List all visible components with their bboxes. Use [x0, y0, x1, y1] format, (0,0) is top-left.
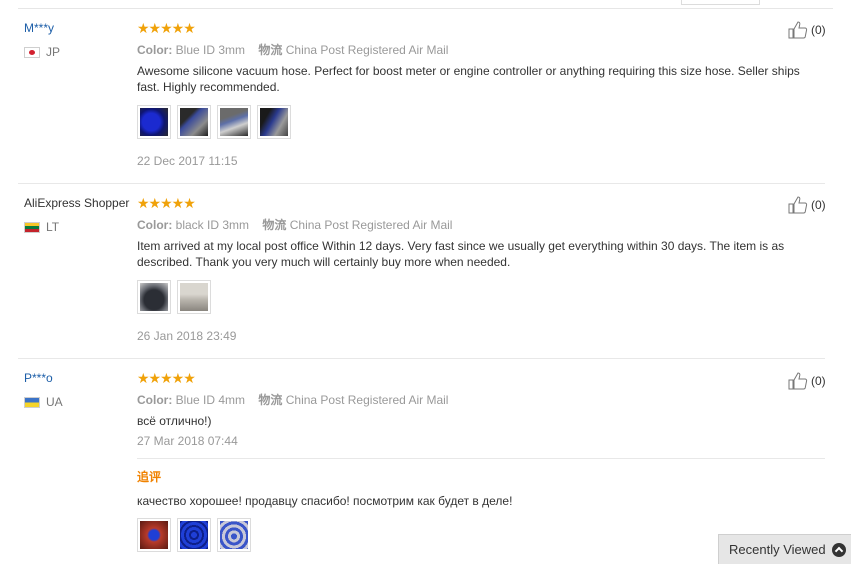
reviewer-name: AliExpress Shopper	[24, 196, 130, 210]
country-code: UA	[46, 395, 63, 409]
followup-photos	[137, 518, 251, 552]
helpful-button[interactable]: (0)	[788, 196, 826, 214]
thumbs-up-icon	[788, 196, 808, 214]
jp-flag-icon	[24, 46, 40, 58]
review-divider	[18, 358, 825, 359]
review-photo[interactable]	[257, 105, 291, 139]
top-tab-edge	[681, 0, 760, 5]
photo-image	[140, 521, 168, 549]
review-date: 27 Mar 2018 07:44	[137, 434, 238, 448]
photo-image	[220, 521, 248, 549]
shipping-label: 物流	[258, 43, 283, 57]
helpful-button[interactable]: (0)	[788, 372, 826, 390]
helpful-count: (0)	[811, 23, 826, 37]
recently-viewed-bar[interactable]: Recently Viewed	[718, 534, 851, 564]
review-photo[interactable]	[137, 280, 171, 314]
shipping-label: 物流	[258, 393, 283, 407]
color-label: Color:	[137, 218, 173, 232]
photo-image	[180, 108, 208, 136]
review-photo[interactable]	[177, 518, 211, 552]
star-rating: ★★★★★	[137, 20, 196, 36]
ua-flag-icon	[24, 396, 40, 408]
star-rating: ★★★★★	[137, 195, 196, 211]
photo-image	[140, 283, 168, 311]
review-photos	[137, 280, 211, 314]
shipping-value: China Post Registered Air Mail	[289, 218, 453, 232]
shipping-label: 物流	[262, 218, 287, 232]
review-photo[interactable]	[217, 105, 251, 139]
followup-label: 追评	[137, 470, 162, 484]
thumbs-up-icon	[788, 21, 808, 39]
photo-image	[180, 521, 208, 549]
reviewer-name[interactable]: M***y	[24, 21, 54, 35]
chevron-up-icon[interactable]	[832, 543, 846, 557]
photo-image	[140, 108, 168, 136]
thumbs-up-icon	[788, 372, 808, 390]
shipping-value: China Post Registered Air Mail	[285, 43, 449, 57]
star-rating: ★★★★★	[137, 370, 196, 386]
review-date: 22 Dec 2017 11:15	[137, 154, 238, 168]
review-photo[interactable]	[177, 280, 211, 314]
review-photo[interactable]	[137, 105, 171, 139]
photo-image	[220, 108, 248, 136]
followup-text: качество хорошее! продавцу спасибо! посм…	[137, 494, 513, 508]
reviewer-name[interactable]: P***o	[24, 371, 53, 385]
review-photo[interactable]	[177, 105, 211, 139]
review-photos	[137, 105, 291, 139]
order-attributes: Color: black ID 3mm 物流 China Post Regist…	[137, 216, 452, 233]
country-code: JP	[46, 45, 61, 59]
reviewer-country: LT	[24, 220, 59, 234]
review-text: Item arrived at my local post office Wit…	[137, 239, 785, 269]
country-code: LT	[46, 220, 60, 234]
review-divider	[18, 183, 825, 184]
photo-image	[260, 108, 288, 136]
followup-divider	[137, 458, 825, 459]
top-divider	[18, 8, 833, 9]
review-date: 26 Jan 2018 23:49	[137, 329, 237, 343]
reviewer-country: JP	[24, 45, 60, 59]
review-photo[interactable]	[217, 518, 251, 552]
color-value: Blue ID 3mm	[175, 43, 246, 57]
color-value: Blue ID 4mm	[175, 393, 246, 407]
order-attributes: Color: Blue ID 3mm 物流 China Post Registe…	[137, 41, 448, 58]
review-text: Awesome silicone vacuum hose. Perfect fo…	[137, 64, 800, 94]
shipping-value: China Post Registered Air Mail	[285, 393, 449, 407]
color-label: Color:	[137, 393, 173, 407]
helpful-count: (0)	[811, 374, 826, 388]
helpful-button[interactable]: (0)	[788, 21, 826, 39]
color-value: black ID 3mm	[175, 218, 250, 232]
lt-flag-icon	[24, 221, 40, 233]
photo-image	[180, 283, 208, 311]
color-label: Color:	[137, 43, 173, 57]
helpful-count: (0)	[811, 198, 826, 212]
review-text: всё отлично!)	[137, 414, 212, 428]
order-attributes: Color: Blue ID 4mm 物流 China Post Registe…	[137, 391, 448, 408]
recently-viewed-label: Recently Viewed	[729, 542, 826, 557]
review-photo[interactable]	[137, 518, 171, 552]
reviewer-country: UA	[24, 395, 63, 409]
